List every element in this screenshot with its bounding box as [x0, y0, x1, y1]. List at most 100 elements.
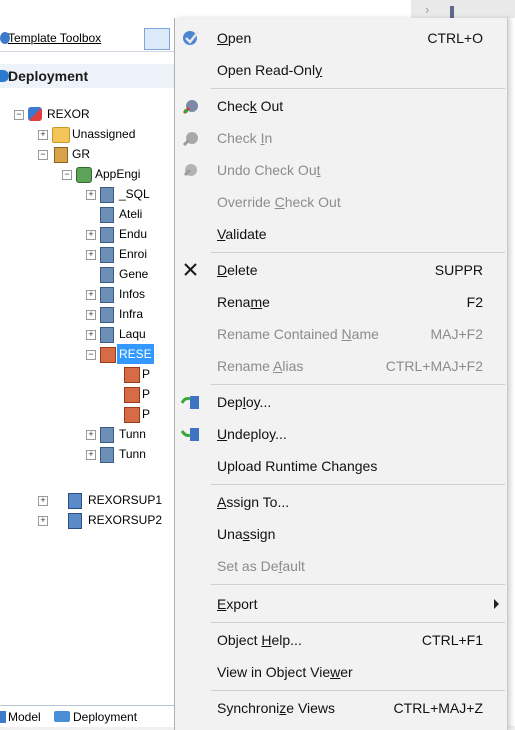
component-icon: [100, 287, 114, 303]
menu-item-undo-check-out[interactable]: Undo Check Out: [175, 154, 507, 186]
menu-item-view-in-object-viewer[interactable]: View in Object Viewer: [175, 656, 507, 688]
menu-separator: [211, 622, 505, 623]
tree-node-tunn-1[interactable]: + Tunn: [86, 424, 175, 444]
menu-item-open-read-only[interactable]: Open Read-Only: [175, 54, 507, 86]
toolbox-bar: Template Toolbox: [0, 25, 175, 52]
tree-node-rese-selected[interactable]: − RESE: [86, 344, 175, 364]
tree-node-gr[interactable]: − GR: [38, 144, 175, 164]
menu-item-export[interactable]: Export: [175, 588, 507, 620]
folder-icon: [52, 127, 70, 143]
menu-separator: [211, 584, 505, 585]
tab-model[interactable]: Model: [8, 710, 41, 724]
menu-separator: [211, 88, 505, 89]
undo-check-out-icon: [181, 161, 201, 179]
menu-item-delete[interactable]: Delete SUPPR: [175, 254, 507, 286]
context-menu: Open CTRL+O Open Read-Only Check Out Che…: [174, 18, 508, 730]
menu-item-assign-to[interactable]: Assign To...: [175, 486, 507, 518]
reservation-icon: [124, 407, 140, 423]
tree-node-p2[interactable]: P: [124, 384, 175, 404]
menu-item-object-help[interactable]: Object Help... CTRL+F1: [175, 624, 507, 656]
reservation-icon: [124, 367, 140, 383]
deployment-header: Deployment: [0, 64, 175, 88]
tree-node-infra[interactable]: + Infra: [86, 304, 175, 324]
menu-item-validate[interactable]: Validate: [175, 218, 507, 250]
menu-separator: [211, 252, 505, 253]
sup-icon: [68, 493, 82, 509]
tree-node-tunn-2[interactable]: + Tunn: [86, 444, 175, 464]
expand-toggle[interactable]: +: [86, 230, 96, 240]
menu-separator: [211, 384, 505, 385]
app-engine-icon: [76, 167, 92, 183]
collapse-toggle[interactable]: −: [86, 350, 96, 360]
menu-item-open[interactable]: Open CTRL+O: [175, 22, 507, 54]
tree-node-rexor[interactable]: − REXOR: [14, 104, 174, 124]
scrollbar-thumb[interactable]: [450, 6, 454, 18]
reservation-icon: [124, 387, 140, 403]
tree-node-laqu[interactable]: + Laqu: [86, 324, 175, 344]
close-icon: [181, 261, 201, 279]
sup-icon: [68, 513, 82, 529]
expand-toggle[interactable]: +: [86, 250, 96, 260]
submenu-arrow-icon: [494, 599, 499, 609]
menu-item-check-in[interactable]: Check In: [175, 122, 507, 154]
deployment-tab-icon: [54, 711, 70, 722]
open-icon: [181, 29, 201, 47]
component-icon: [100, 447, 114, 463]
expand-toggle[interactable]: +: [86, 330, 96, 340]
component-icon: [100, 187, 114, 203]
collapse-toggle[interactable]: −: [62, 170, 72, 180]
tree-node-infos[interactable]: + Infos: [86, 284, 175, 304]
bottom-tabs: Model Deployment: [0, 705, 175, 727]
tree-node-enroi[interactable]: + Enroi: [86, 244, 175, 264]
tree-node-rexorsup2[interactable]: + REXORSUP2: [38, 510, 175, 530]
component-icon: [100, 227, 114, 243]
menu-separator: [211, 690, 505, 691]
menu-item-deploy[interactable]: Deploy...: [175, 386, 507, 418]
expand-toggle[interactable]: +: [38, 496, 48, 506]
menu-item-unassign[interactable]: Unassign: [175, 518, 507, 550]
menu-item-upload-runtime-changes[interactable]: Upload Runtime Changes: [175, 450, 507, 482]
deployment-title: Deployment: [8, 68, 89, 84]
template-toolbox-tab[interactable]: Template Toolbox: [8, 31, 101, 45]
collapse-toggle[interactable]: −: [38, 150, 48, 160]
tree-node-endu[interactable]: + Endu: [86, 224, 175, 244]
tree-node-p3[interactable]: P: [124, 404, 175, 424]
collapse-toggle[interactable]: −: [14, 110, 24, 120]
server-icon: [54, 147, 68, 163]
tab-deployment[interactable]: Deployment: [73, 710, 137, 724]
expand-toggle[interactable]: +: [86, 190, 96, 200]
window-edge: ›: [411, 0, 515, 18]
tree-node-appengine[interactable]: − AppEngi: [62, 164, 175, 184]
expand-toggle[interactable]: +: [86, 290, 96, 300]
component-icon: [100, 267, 114, 283]
tree-node-gene[interactable]: Gene: [86, 264, 175, 284]
menu-item-undeploy[interactable]: Undeploy...: [175, 418, 507, 450]
tree-node-unassigned[interactable]: + Unassigned: [38, 124, 175, 144]
reservation-icon: [100, 347, 116, 363]
expand-toggle[interactable]: +: [86, 450, 96, 460]
menu-item-rename[interactable]: Rename F2: [175, 286, 507, 318]
menu-item-set-as-default[interactable]: Set as Default: [175, 550, 507, 582]
chevron-right-icon: ›: [425, 2, 430, 17]
menu-item-rename-contained-name[interactable]: Rename Contained Name MAJ+F2: [175, 318, 507, 350]
check-in-icon: [181, 129, 201, 147]
undeploy-icon: [180, 425, 201, 443]
component-icon: [100, 307, 114, 323]
component-icon: [100, 327, 114, 343]
tree-node-ateli[interactable]: Ateli: [86, 204, 175, 224]
deploy-icon: [180, 393, 201, 411]
tree-node-p1[interactable]: P: [124, 364, 175, 384]
tree-node-sql[interactable]: + _SQL: [86, 184, 175, 204]
expand-toggle[interactable]: +: [86, 430, 96, 440]
expand-toggle[interactable]: +: [38, 516, 48, 526]
menu-item-synchronize-views[interactable]: Synchronize Views CTRL+MAJ+Z: [175, 692, 507, 724]
tree-node-rexorsup1[interactable]: + REXORSUP1: [38, 490, 175, 510]
toolbox-button[interactable]: [144, 28, 170, 50]
expand-toggle[interactable]: +: [86, 310, 96, 320]
menu-item-rename-alias[interactable]: Rename Alias CTRL+MAJ+F2: [175, 350, 507, 382]
menu-separator: [211, 484, 505, 485]
expand-toggle[interactable]: +: [38, 130, 48, 140]
deployment-tree: − REXOR + Unassigned − GR − AppEngi + _S…: [0, 104, 175, 529]
menu-item-override-check-out[interactable]: Override Check Out: [175, 186, 507, 218]
menu-item-check-out[interactable]: Check Out: [175, 90, 507, 122]
